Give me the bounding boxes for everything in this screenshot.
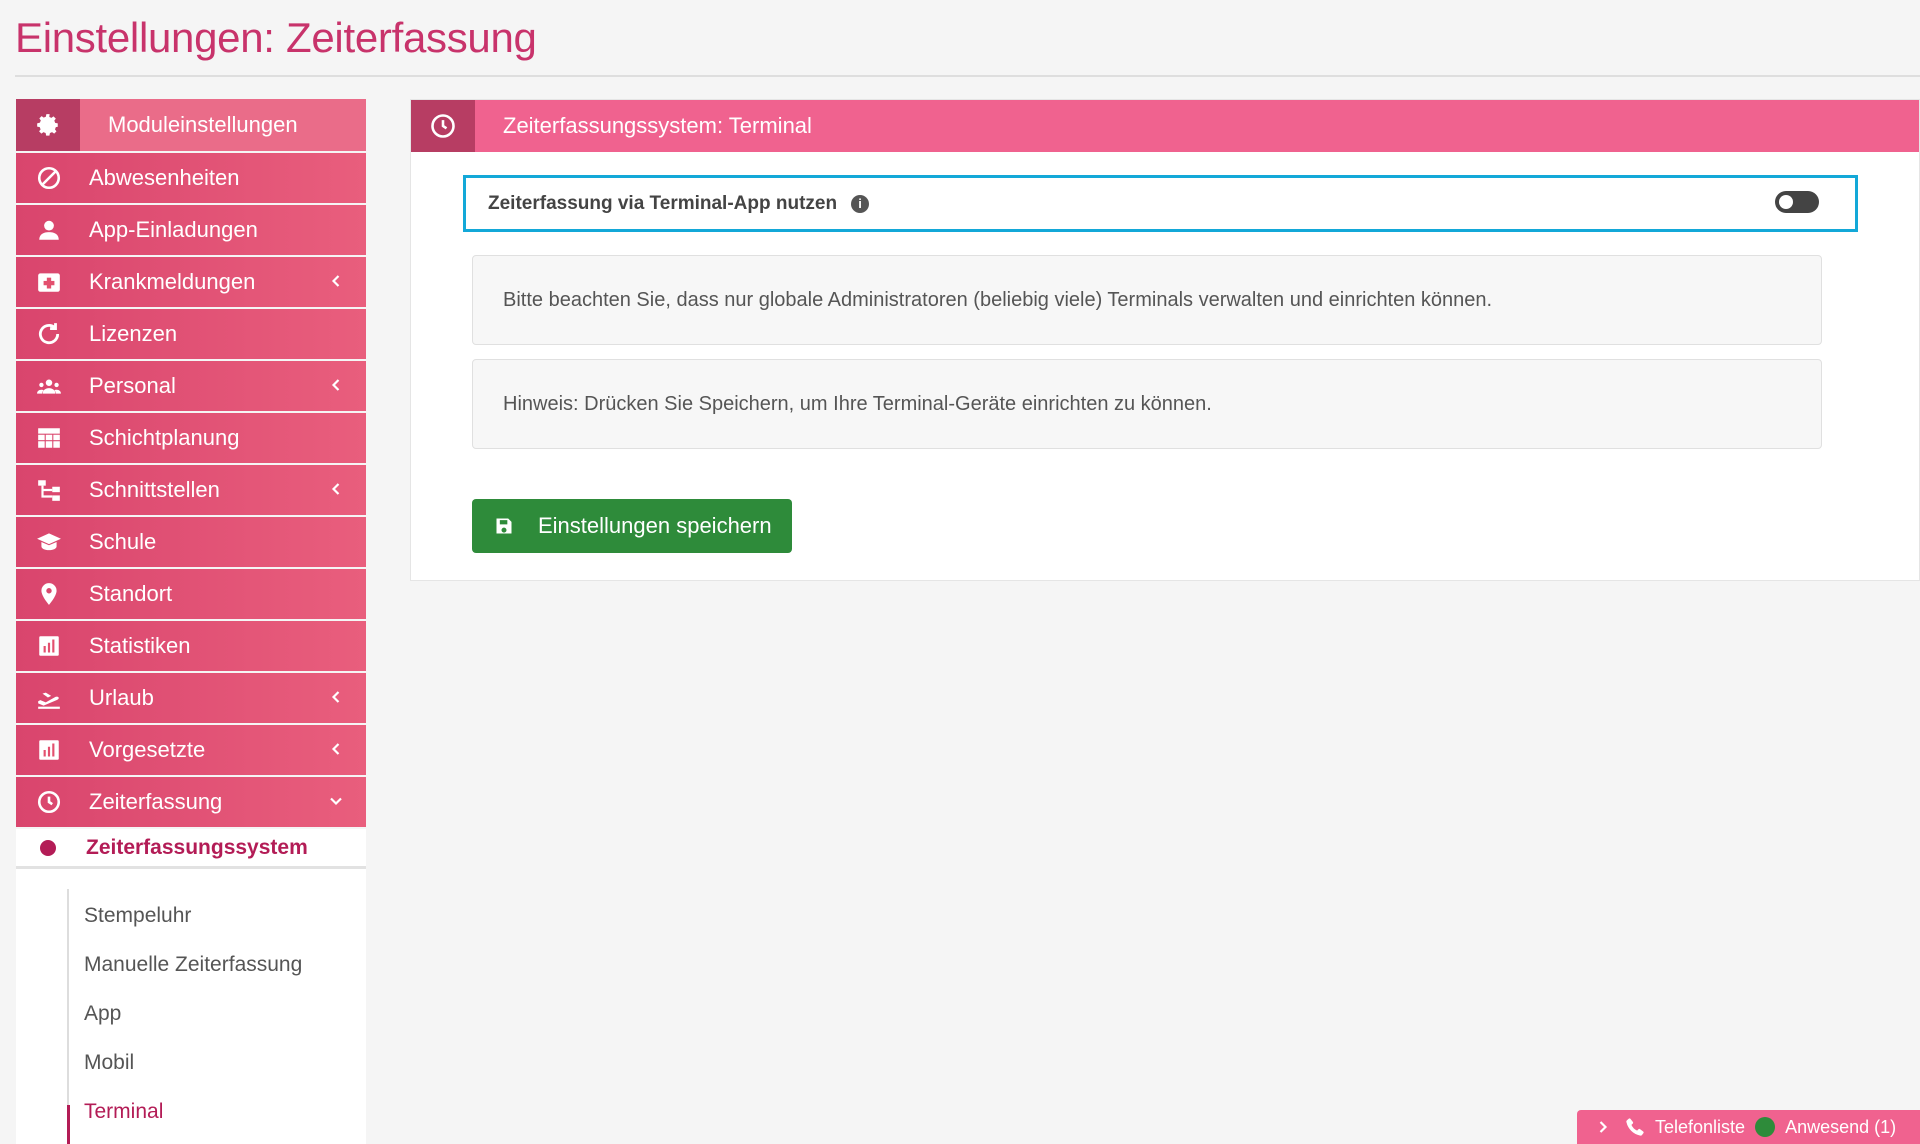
panel-header: Zeiterfassungssystem: Terminal: [411, 100, 1919, 152]
save-settings-button[interactable]: Einstellungen speichern: [472, 499, 792, 553]
sidebar-item-urlaub[interactable]: Urlaub: [16, 673, 366, 723]
medkit-icon: [24, 257, 74, 307]
sidebar-item-label: Vorgesetzte: [89, 737, 206, 762]
sidebar-item-vorgesetzte[interactable]: Vorgesetzte: [16, 725, 366, 775]
settings-panel: Zeiterfassungssystem: Terminal Zeiterfas…: [410, 99, 1920, 581]
sidebar-item-schnittstellen[interactable]: Schnittstellen: [16, 465, 366, 515]
save-hint: Hinweis: Drücken Sie Speichern, um Ihre …: [472, 359, 1822, 449]
sidebar-item-abwesenheiten[interactable]: Abwesenheiten: [16, 153, 366, 203]
graduation-cap-icon: [24, 517, 74, 567]
toggle-label: Zeiterfassung via Terminal-App nutzen: [488, 192, 838, 214]
chevron-left-icon: [331, 743, 340, 755]
bar-chart-icon: [24, 621, 74, 671]
sidebar-item-lizenzen[interactable]: Lizenzen: [16, 309, 366, 359]
present-count-link[interactable]: Anwesend (1): [1785, 1117, 1896, 1138]
gear-icon: [16, 99, 80, 151]
sublist-active-marker: [67, 1105, 70, 1144]
sidebar-item-label: App-Einladungen: [89, 217, 258, 242]
refresh-icon: [24, 309, 74, 359]
chevron-left-icon: [331, 483, 340, 495]
chevron-left-icon: [331, 691, 340, 703]
sidebar-item-standort[interactable]: Standort: [16, 569, 366, 619]
clock-icon: [411, 100, 475, 152]
user-icon: [24, 205, 74, 255]
table-icon: [24, 413, 74, 463]
sidebar-item-personal[interactable]: Personal: [16, 361, 366, 411]
admin-notice: Bitte beachten Sie, dass nur globale Adm…: [472, 255, 1822, 345]
bar-chart-icon: [24, 725, 74, 775]
sidebar-item-label: Personal: [89, 373, 176, 398]
sitemap-icon: [24, 465, 74, 515]
sidebar-item-schichtplanung[interactable]: Schichtplanung: [16, 413, 366, 463]
save-button-label: Einstellungen speichern: [538, 513, 772, 538]
title-divider: [15, 75, 1920, 77]
sidebar-item-label: Schule: [89, 529, 157, 554]
terminal-app-toggle[interactable]: [1775, 191, 1819, 213]
sidebar-item-zeiterfassung[interactable]: Zeiterfassung: [16, 777, 366, 827]
page-title: Einstellungen: Zeiterfassung: [15, 14, 537, 61]
chevron-left-icon: [331, 275, 340, 287]
sidebar-item-label: Standort: [89, 581, 173, 606]
sidebar-item-label: Urlaub: [89, 685, 154, 710]
sidebar-header-label: Moduleinstellungen: [108, 112, 298, 137]
sidebar-item-krankmeldungen[interactable]: Krankmeldungen: [16, 257, 366, 307]
sidebar: Moduleinstellungen Abwesenheiten App-Ein…: [16, 99, 366, 1144]
bullet-icon: [40, 839, 56, 856]
users-icon: [24, 361, 74, 411]
sidebar-item-app-einladungen[interactable]: App-Einladungen: [16, 205, 366, 255]
sidebar-item-schule[interactable]: Schule: [16, 517, 366, 567]
sidebar-item-label: Schnittstellen: [89, 477, 220, 502]
sidebar-subitem-zeiterfassungssystem[interactable]: Zeiterfassungssystem: [16, 829, 366, 869]
sidebar-item-label: Abwesenheiten: [89, 165, 240, 190]
toggle-knob: [1779, 195, 1793, 209]
phone-list-link[interactable]: Telefonliste: [1655, 1117, 1745, 1138]
chevron-down-icon: [330, 797, 342, 806]
sidebar-item-label: Lizenzen: [89, 321, 178, 346]
phone-icon: [1626, 1118, 1644, 1136]
chevron-right-icon[interactable]: [1593, 1117, 1613, 1137]
floppy-disk-icon: [496, 518, 512, 534]
clock-icon: [24, 777, 74, 827]
sidebar-sublist: Stempeluhr Manuelle Zeiterfassung App Mo…: [16, 869, 366, 1144]
sidebar-header-moduleinstellungen[interactable]: Moduleinstellungen: [16, 99, 366, 151]
sidebar-item-statistiken[interactable]: Statistiken: [16, 621, 366, 671]
terminal-app-toggle-row: Zeiterfassung via Terminal-App nutzen i: [463, 175, 1858, 232]
sidebar-subitem-label: Zeiterfassungssystem: [86, 835, 308, 859]
sidebar-item-label: Statistiken: [89, 633, 191, 658]
plane-icon: [24, 673, 74, 723]
presence-dot-icon: [1755, 1117, 1776, 1137]
sidebar-item-label: Schichtplanung: [89, 425, 240, 450]
sidebar-item-label: Krankmeldungen: [89, 269, 256, 294]
chevron-left-icon: [331, 379, 340, 391]
map-marker-icon: [24, 569, 74, 619]
status-bar: Telefonliste Anwesend (1): [1577, 1110, 1920, 1144]
info-icon[interactable]: i: [851, 194, 870, 213]
sidebar-item-label: Zeiterfassung: [89, 789, 223, 814]
ban-icon: [24, 153, 74, 203]
panel-title: Zeiterfassungssystem: Terminal: [503, 113, 812, 138]
